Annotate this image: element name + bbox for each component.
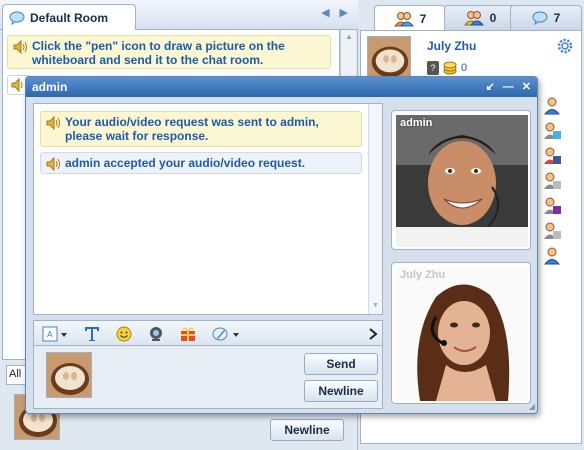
minimize-icon[interactable]: — [503, 77, 514, 97]
level-icon: ? [427, 61, 439, 75]
restore-icon[interactable]: ↙ [486, 77, 495, 97]
webcam-button[interactable] [148, 325, 164, 343]
scroll-left-icon[interactable]: ◀ [321, 6, 329, 19]
scroll-up-icon[interactable]: ▲ [343, 32, 355, 44]
user-facebook-icon[interactable] [543, 147, 561, 166]
dialog-titlebar[interactable]: admin ↙ — ✕ [26, 77, 537, 97]
coins-icon [443, 61, 457, 75]
friends-count: 0 [489, 11, 497, 25]
dialog-title: admin [32, 80, 68, 94]
smiley-icon [116, 326, 132, 342]
user-yahoo-icon[interactable] [543, 197, 561, 216]
users-count: 7 [419, 11, 427, 26]
message-input-area[interactable]: Send Newline [33, 346, 383, 409]
emoticon-button[interactable] [116, 325, 132, 343]
room-tab-label: Default Room [30, 11, 108, 25]
room-tab-scroll: ◀ ▶ [321, 6, 348, 19]
window-controls: ↙ — ✕ [486, 77, 531, 97]
local-video-image [396, 267, 528, 401]
scroll-right-icon[interactable]: ▶ [340, 6, 348, 19]
pen-tool-button[interactable] [212, 325, 240, 343]
send-button[interactable]: Send [304, 353, 378, 375]
newline-button[interactable]: Newline [304, 380, 378, 402]
toolbar-more-button[interactable] [368, 325, 378, 343]
chevron-right-icon [369, 328, 378, 340]
friends-icon [463, 11, 484, 26]
messages-count: 7 [553, 11, 561, 25]
current-user-name[interactable]: July Zhu [427, 39, 476, 53]
user-messenger-icon[interactable] [543, 122, 561, 141]
private-chat-dialog: admin ↙ — ✕ Your audio/video request was… [25, 76, 538, 414]
users-icon [393, 11, 414, 26]
speaker-icon [13, 40, 27, 54]
user-icon[interactable] [543, 247, 561, 266]
tab-users[interactable]: 7 [374, 5, 446, 31]
text-format-button[interactable] [84, 325, 100, 343]
room-hint-message: Click the "pen" icon to draw a picture o… [7, 35, 331, 69]
webcam-icon [150, 327, 162, 341]
tab-default-room[interactable]: Default Room [2, 4, 136, 31]
local-video-label: July Zhu [400, 269, 446, 281]
gear-icon[interactable] [557, 38, 573, 54]
font-box-icon: A [42, 326, 67, 342]
coffee-avatar-image [47, 353, 91, 397]
resize-grip-icon[interactable]: ◢ [529, 402, 535, 411]
remote-video[interactable]: admin [391, 110, 531, 250]
tab-friends[interactable]: 0 [444, 5, 516, 30]
user-google-icon[interactable] [543, 172, 561, 191]
user-icon[interactable] [543, 97, 561, 116]
user-google-icon[interactable] [543, 222, 561, 241]
notice-message: admin accepted your audio/video request. [40, 152, 362, 174]
speaker-icon [46, 157, 60, 171]
pen-icon [212, 327, 239, 341]
coffee-avatar-image [368, 37, 410, 79]
remote-video-label: admin [400, 117, 433, 129]
user-stats: ? 0 [427, 61, 467, 75]
notice-text: Your audio/video request was sent to adm… [65, 115, 319, 143]
chat-scrollbar[interactable]: ▼ [368, 104, 382, 314]
avatar[interactable] [367, 36, 411, 80]
avatar [46, 352, 92, 398]
chat-bubble-icon [9, 11, 25, 25]
dialog-chat-area: Your audio/video request was sent to adm… [33, 103, 383, 315]
recipient-select[interactable]: All [6, 365, 26, 385]
close-icon[interactable]: ✕ [522, 77, 531, 97]
remote-video-image [396, 115, 528, 247]
coins-count: 0 [461, 62, 468, 74]
user-status-icons [543, 97, 561, 266]
scroll-down-icon[interactable]: ▼ [370, 302, 381, 313]
tab-messages[interactable]: 7 [510, 5, 582, 30]
svg-text:A: A [47, 330, 53, 339]
room-tabbar: Default Room ◀ ▶ [0, 0, 358, 31]
gift-icon [181, 327, 195, 341]
notice-message: Your audio/video request was sent to adm… [40, 111, 362, 147]
room-newline-button[interactable]: Newline [270, 419, 344, 441]
format-toolbar: A [33, 320, 383, 346]
local-video[interactable]: July Zhu [391, 262, 531, 404]
room-hint-text: Click the "pen" icon to draw a picture o… [32, 39, 285, 67]
font-style-button[interactable]: A [42, 325, 68, 343]
notice-text: admin accepted your audio/video request. [65, 156, 306, 170]
gift-button[interactable] [180, 325, 196, 343]
chat-bubble-icon [532, 11, 548, 25]
speaker-icon [46, 116, 60, 130]
text-icon [85, 327, 99, 341]
